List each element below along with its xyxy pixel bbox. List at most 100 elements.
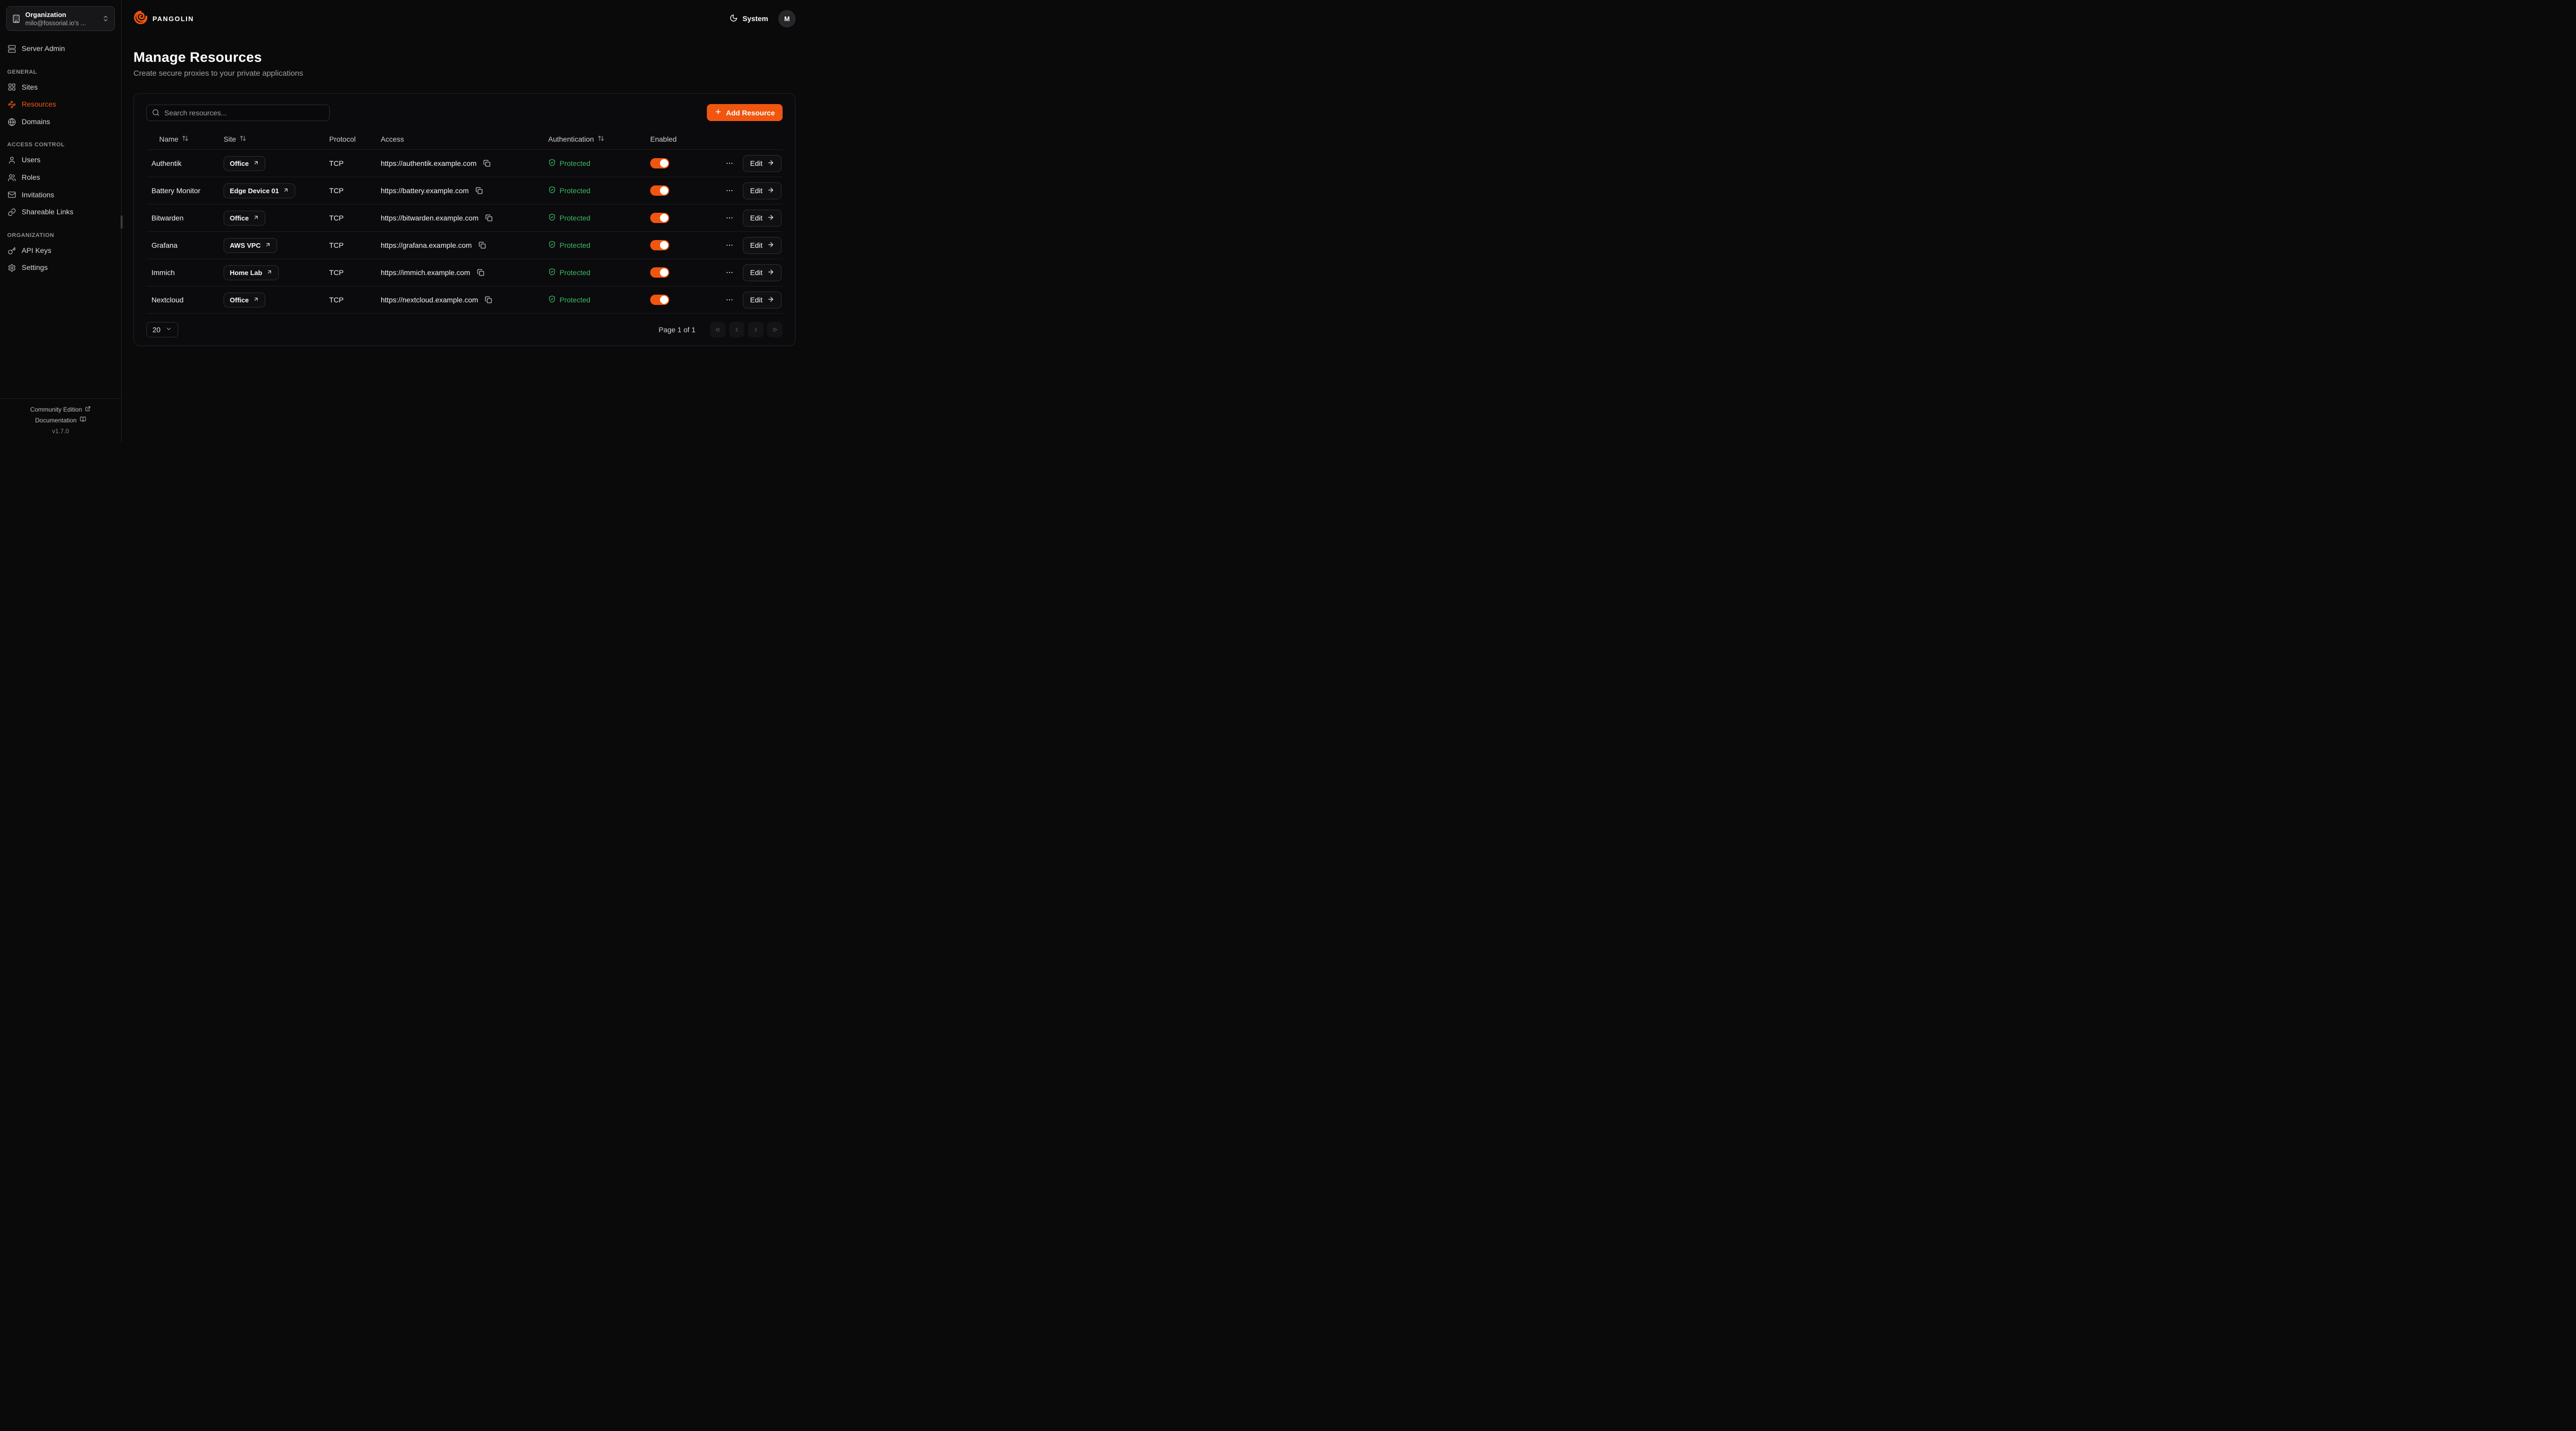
- sidebar-item-resources[interactable]: Resources: [0, 96, 121, 113]
- sidebar-item-users[interactable]: Users: [0, 151, 121, 169]
- moon-icon: [730, 14, 738, 24]
- column-header-access: Access: [381, 135, 548, 143]
- column-header-authentication[interactable]: Authentication: [548, 135, 650, 143]
- theme-toggle-button[interactable]: System: [730, 14, 768, 24]
- site-link-button[interactable]: Office: [224, 293, 265, 308]
- enabled-toggle[interactable]: [650, 267, 669, 278]
- roles-icon: [7, 173, 16, 182]
- site-link-button[interactable]: Home Lab: [224, 265, 279, 280]
- site-link-button[interactable]: Office: [224, 211, 265, 226]
- row-menu-button[interactable]: [724, 213, 735, 223]
- edit-button[interactable]: Edit: [743, 264, 782, 281]
- enabled-toggle[interactable]: [650, 213, 669, 223]
- arrow-right-icon: [767, 268, 774, 277]
- pagination-last-button[interactable]: [767, 322, 783, 337]
- edit-label: Edit: [750, 268, 762, 277]
- table-row: Immich Home Lab TCP https://immich.examp…: [146, 259, 783, 286]
- page-size-select[interactable]: 20: [146, 322, 178, 337]
- column-header-name[interactable]: Name: [146, 135, 224, 143]
- enabled-toggle[interactable]: [650, 240, 669, 250]
- copy-icon[interactable]: [474, 186, 484, 195]
- row-menu-button[interactable]: [724, 185, 735, 196]
- enabled-toggle[interactable]: [650, 295, 669, 305]
- site-link-button[interactable]: AWS VPC: [224, 238, 277, 253]
- arrow-up-right-icon: [265, 242, 271, 249]
- copy-icon[interactable]: [478, 241, 487, 250]
- sidebar-item-label: Shareable Links: [22, 207, 73, 217]
- row-menu-button[interactable]: [724, 267, 735, 278]
- edit-button[interactable]: Edit: [743, 237, 782, 254]
- column-label: Protocol: [329, 135, 355, 143]
- title-block: Manage Resources Create secure proxies t…: [122, 37, 808, 78]
- edit-label: Edit: [750, 214, 762, 222]
- row-menu-button[interactable]: [724, 158, 735, 168]
- pagination-prev-button[interactable]: [729, 322, 744, 337]
- edit-label: Edit: [750, 296, 762, 304]
- arrow-up-right-icon: [253, 160, 259, 167]
- site-link-button[interactable]: Edge Device 01: [224, 183, 295, 198]
- auth-status: Protected: [548, 186, 650, 195]
- sidebar-item-api-keys[interactable]: API Keys: [0, 242, 121, 260]
- sidebar-item-shareable-links[interactable]: Shareable Links: [0, 203, 121, 221]
- toggle-knob: [660, 159, 668, 167]
- edit-button[interactable]: Edit: [743, 210, 782, 227]
- sidebar-item-server-admin[interactable]: Server Admin: [0, 40, 121, 58]
- copy-icon[interactable]: [484, 213, 494, 223]
- copy-icon[interactable]: [484, 295, 493, 304]
- resource-protocol: TCP: [329, 186, 381, 195]
- row-menu-button[interactable]: [724, 240, 735, 250]
- sidebar-item-label: Invitations: [22, 190, 54, 200]
- pagination-first-button[interactable]: [710, 322, 725, 337]
- toggle-knob: [660, 241, 668, 249]
- sidebar-item-sites[interactable]: Sites: [0, 79, 121, 96]
- shield-check-icon: [548, 159, 556, 168]
- sidebar-resize-handle[interactable]: [121, 215, 123, 229]
- site-link-button[interactable]: Office: [224, 156, 265, 171]
- pagination-next-button[interactable]: [748, 322, 764, 337]
- table-row: Authentik Office TCP https://authentik.e…: [146, 150, 783, 177]
- column-label: Site: [224, 135, 236, 143]
- external-link-icon: [85, 406, 91, 413]
- org-selector[interactable]: Organization milo@fossorial.io's ...: [6, 6, 115, 31]
- search-input[interactable]: [146, 105, 330, 121]
- sidebar-item-domains[interactable]: Domains: [0, 113, 121, 131]
- org-selector-texts: Organization milo@fossorial.io's ...: [25, 10, 97, 27]
- sidebar-item-invitations[interactable]: Invitations: [0, 186, 121, 204]
- arrow-right-icon: [767, 214, 774, 223]
- edit-button[interactable]: Edit: [743, 155, 782, 172]
- documentation-link[interactable]: Documentation: [0, 415, 121, 425]
- column-header-site[interactable]: Site: [224, 135, 329, 143]
- copy-icon[interactable]: [482, 159, 492, 168]
- row-menu-button[interactable]: [724, 295, 735, 305]
- community-edition-link[interactable]: Community Edition: [0, 404, 121, 415]
- arrow-right-icon: [767, 159, 774, 168]
- table-row: Grafana AWS VPC TCP https://grafana.exam…: [146, 232, 783, 259]
- resource-name: Battery Monitor: [146, 186, 224, 195]
- sort-icon: [598, 135, 604, 143]
- globe-icon: [7, 117, 16, 126]
- theme-label: System: [742, 14, 768, 23]
- resources-icon: [7, 100, 16, 109]
- sidebar-item-roles[interactable]: Roles: [0, 169, 121, 186]
- access-url: https://battery.example.com: [381, 186, 469, 195]
- edit-button[interactable]: Edit: [743, 182, 782, 199]
- edit-button[interactable]: Edit: [743, 292, 782, 309]
- auth-status-label: Protected: [560, 186, 590, 195]
- add-resource-button[interactable]: Add Resource: [707, 104, 783, 121]
- chevron-down-icon: [165, 326, 172, 334]
- site-label: AWS VPC: [230, 242, 261, 249]
- resource-name: Bitwarden: [146, 214, 224, 222]
- gear-icon: [7, 264, 16, 272]
- sort-icon: [182, 135, 189, 143]
- enabled-toggle[interactable]: [650, 185, 669, 196]
- arrow-right-icon: [767, 241, 774, 250]
- arrow-up-right-icon: [253, 214, 259, 222]
- sidebar: Organization milo@fossorial.io's ... Ser…: [0, 0, 122, 442]
- avatar[interactable]: M: [778, 10, 795, 27]
- sidebar-item-settings[interactable]: Settings: [0, 259, 121, 277]
- chevrons-up-down-icon: [102, 15, 109, 22]
- copy-icon[interactable]: [476, 268, 485, 277]
- resource-protocol: TCP: [329, 241, 381, 249]
- section-label-access-control: ACCESS CONTROL: [7, 142, 114, 148]
- enabled-toggle[interactable]: [650, 158, 669, 168]
